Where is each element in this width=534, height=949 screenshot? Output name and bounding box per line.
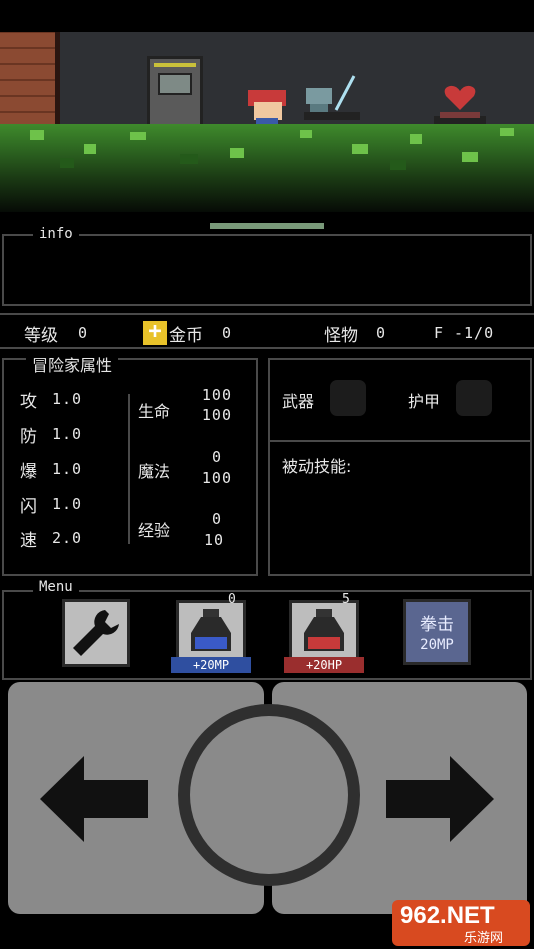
speed-label: 速: [20, 531, 37, 551]
mp-potion-count: 0: [228, 592, 237, 607]
adventurer-title: 冒险家属性: [26, 352, 119, 376]
settings-button[interactable]: [62, 599, 130, 667]
level-label: 等级: [24, 326, 58, 346]
floor-value: -1/0: [454, 324, 495, 342]
gold-value: 0: [222, 324, 233, 342]
skill-name: 拳击: [420, 615, 454, 635]
crit-label: 爆: [20, 462, 37, 482]
attack-value: 1.0: [52, 390, 83, 408]
watermark-text: 962.NET: [400, 902, 495, 929]
info-title: info: [33, 226, 79, 242]
monster-label: 怪物: [324, 326, 358, 346]
watermark-subtext: 乐游网: [464, 931, 504, 946]
speed-value: 2.0: [52, 529, 83, 547]
defense-value: 1.0: [52, 425, 83, 443]
exp-current: 0: [211, 510, 222, 528]
mp-label: 魔法: [138, 462, 171, 481]
crit-value: 1.0: [52, 460, 83, 478]
punch-skill-button[interactable]: 拳击 20MP: [403, 599, 471, 665]
exp-label: 经验: [138, 521, 171, 540]
hp-label: 生命: [138, 402, 171, 421]
mp-max: 100: [201, 469, 232, 487]
wrench-icon: [73, 610, 119, 656]
grass-ground: [0, 124, 534, 212]
brick-wall: [0, 32, 60, 127]
attr-divider: [128, 394, 130, 544]
attack-label: 攻: [20, 392, 37, 412]
right-arrow-icon: [386, 756, 494, 842]
hp-potion-button[interactable]: [289, 600, 359, 664]
defense-label: 防: [20, 427, 37, 447]
red-potion-icon: [304, 609, 344, 651]
hp-potion-tag: +20HP: [284, 657, 364, 673]
passive-skills-label: 被动技能:: [282, 457, 352, 476]
monster-value: 0: [376, 324, 387, 342]
dodge-label: 闪: [20, 497, 37, 517]
blue-potion-icon: [191, 609, 231, 651]
arcade-machine-icon[interactable]: [147, 56, 203, 128]
control-pad: [8, 682, 527, 914]
floor-label: F: [434, 324, 445, 342]
action-button[interactable]: [190, 716, 348, 874]
weapon-label: 武器: [282, 392, 315, 411]
weapon-slot[interactable]: [330, 380, 366, 416]
armor-slot[interactable]: [456, 380, 492, 416]
weapon-pedestal-icon[interactable]: [300, 72, 364, 122]
mp-potion-tag: +20MP: [171, 657, 251, 673]
menu-title: Menu: [33, 579, 79, 595]
hp-potion-count: 5: [342, 592, 351, 607]
left-arrow-icon: [40, 756, 148, 842]
heart-pedestal-icon[interactable]: [434, 82, 486, 124]
watermark-logo: 962.NET 乐游网: [392, 900, 530, 946]
info-panel: [2, 234, 532, 306]
mp-potion-button[interactable]: [176, 600, 246, 664]
armor-label: 护甲: [408, 392, 441, 411]
skill-cost: 20MP: [420, 637, 454, 653]
hp-current: 100: [201, 386, 232, 404]
scroll-handle[interactable]: [210, 223, 324, 229]
level-value: 0: [78, 324, 89, 342]
gold-label: 金币: [169, 326, 203, 346]
game-scene: [0, 32, 534, 212]
hp-max: 100: [201, 406, 232, 424]
gold-plus-icon[interactable]: +: [143, 321, 167, 345]
status-bar: 等级 0 + 金币 0 怪物 0 F -1/0: [0, 313, 534, 349]
mp-current: 0: [211, 448, 222, 466]
exp-max: 10: [203, 531, 224, 549]
dodge-value: 1.0: [52, 495, 83, 513]
